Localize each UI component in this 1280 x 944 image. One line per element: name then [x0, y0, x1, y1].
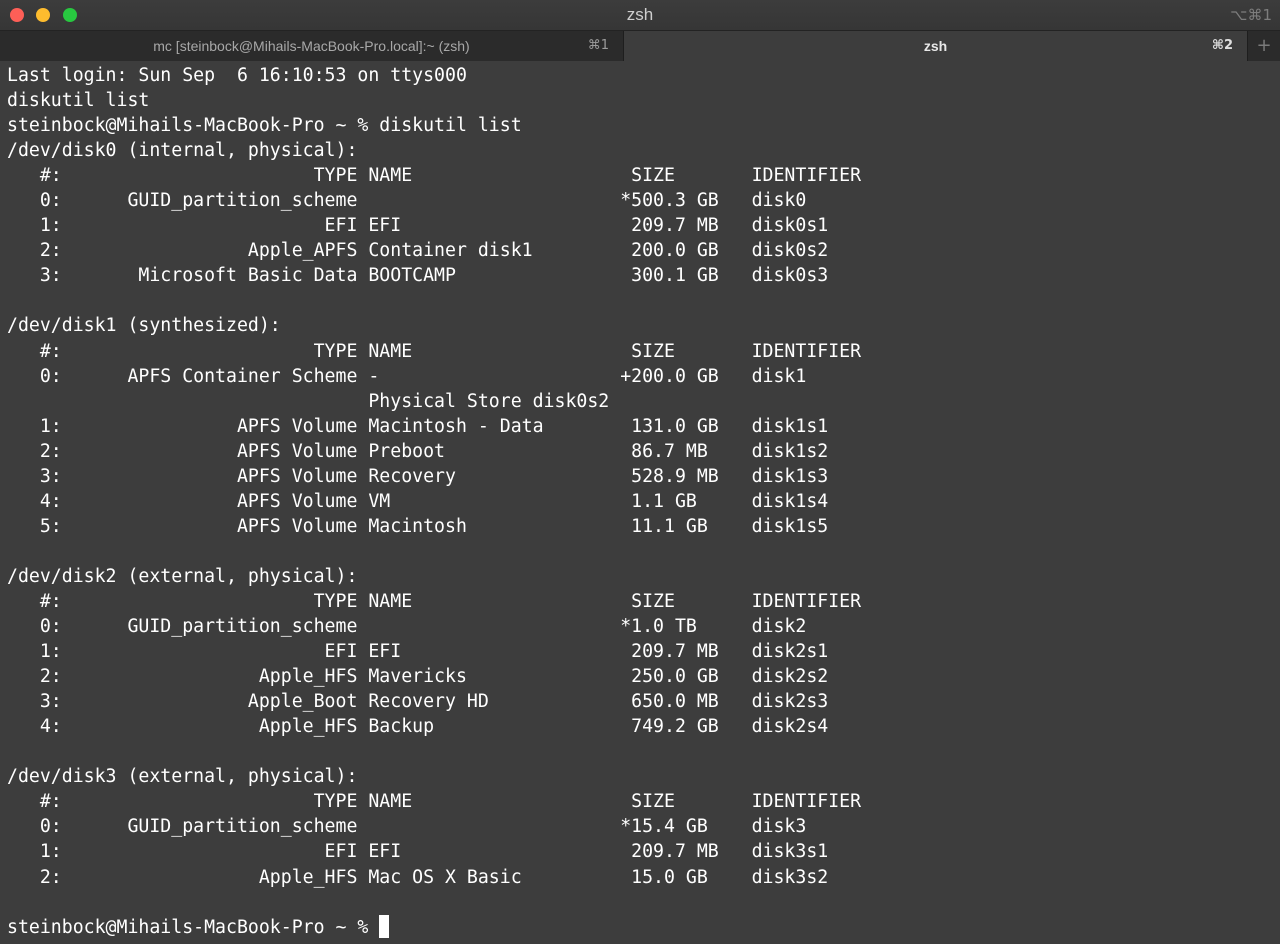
- tab-mc[interactable]: mc [steinbock@Mihails-MacBook-Pro.local]…: [0, 31, 624, 61]
- terminal-line: /dev/disk1 (synthesized):: [7, 315, 281, 337]
- terminal-window: zsh ⌥⌘1 mc [steinbock@Mihails-MacBook-Pr…: [0, 0, 1280, 944]
- terminal-line: 2: Apple_HFS Mavericks 250.0 GB disk2s2: [7, 666, 829, 688]
- window-title: zsh: [626, 5, 654, 24]
- terminal-line: #: TYPE NAME SIZE IDENTIFIER: [7, 590, 862, 612]
- terminal-line: 2: Apple_HFS Mac OS X Basic 15.0 GB disk…: [7, 866, 829, 888]
- tab-bar: mc [steinbock@Mihails-MacBook-Pro.local]…: [0, 30, 1280, 61]
- terminal-line: Last login: Sun Sep 6 16:10:53 on ttys00…: [7, 65, 467, 86]
- terminal-line: 1: EFI EFI 209.7 MB disk3s1: [7, 841, 829, 863]
- window-shortcut: ⌥⌘1: [1230, 6, 1272, 24]
- terminal-line: 0: GUID_partition_scheme *15.4 GB disk3: [7, 816, 807, 838]
- terminal-line: 2: Apple_APFS Container disk1 200.0 GB d…: [7, 240, 829, 262]
- terminal-line: #: TYPE NAME SIZE IDENTIFIER: [7, 340, 862, 362]
- terminal-line: Physical Store disk0s2: [7, 390, 610, 412]
- terminal-line: #: TYPE NAME SIZE IDENTIFIER: [7, 791, 862, 813]
- terminal-line: /dev/disk2 (external, physical):: [7, 565, 358, 587]
- terminal-line: 5: APFS Volume Macintosh 11.1 GB disk1s5: [7, 515, 829, 537]
- terminal-line: /dev/disk3 (external, physical):: [7, 766, 358, 788]
- title-bar[interactable]: zsh ⌥⌘1: [0, 0, 1280, 30]
- terminal-line: 1: EFI EFI 209.7 MB disk0s1: [7, 215, 829, 237]
- tab-zsh[interactable]: zsh ⌘2: [624, 31, 1248, 61]
- terminal-output[interactable]: Last login: Sun Sep 6 16:10:53 on ttys00…: [0, 61, 1280, 944]
- text-cursor: [379, 914, 390, 938]
- terminal-line: /dev/disk0 (internal, physical):: [7, 140, 358, 162]
- terminal-line: #: TYPE NAME SIZE IDENTIFIER: [7, 165, 862, 187]
- terminal-line: 3: APFS Volume Recovery 528.9 MB disk1s3: [7, 465, 829, 487]
- terminal-line: 0: GUID_partition_scheme *500.3 GB disk0: [7, 190, 807, 212]
- tab-label: zsh: [923, 38, 948, 54]
- tab-label: mc [steinbock@Mihails-MacBook-Pro.local]…: [153, 38, 470, 54]
- terminal-line: 4: APFS Volume VM 1.1 GB disk1s4: [7, 490, 829, 512]
- terminal-line: 0: GUID_partition_scheme *1.0 TB disk2: [7, 616, 807, 638]
- tab-shortcut: ⌘2: [1211, 38, 1233, 53]
- shell-prompt: steinbock@Mihails-MacBook-Pro ~ %: [7, 916, 380, 938]
- prompt-line[interactable]: steinbock@Mihails-MacBook-Pro ~ %: [7, 914, 1280, 940]
- new-tab-icon[interactable]: +: [1248, 31, 1280, 61]
- terminal-line: 3: Apple_Boot Recovery HD 650.0 MB disk2…: [7, 691, 829, 713]
- terminal-line: 0: APFS Container Scheme - +200.0 GB dis…: [7, 365, 807, 387]
- terminal-line: 4: Apple_HFS Backup 749.2 GB disk2s4: [7, 716, 829, 738]
- terminal-line: diskutil list: [7, 90, 150, 112]
- terminal-line: 1: APFS Volume Macintosh - Data 131.0 GB…: [7, 415, 829, 437]
- terminal-line: 1: EFI EFI 209.7 MB disk2s1: [7, 641, 829, 663]
- terminal-line: 2: APFS Volume Preboot 86.7 MB disk1s2: [7, 440, 829, 462]
- tab-shortcut: ⌘1: [587, 38, 609, 53]
- terminal-line: steinbock@Mihails-MacBook-Pro ~ % diskut…: [7, 115, 522, 137]
- terminal-line: 3: Microsoft Basic Data BOOTCAMP 300.1 G…: [7, 265, 829, 287]
